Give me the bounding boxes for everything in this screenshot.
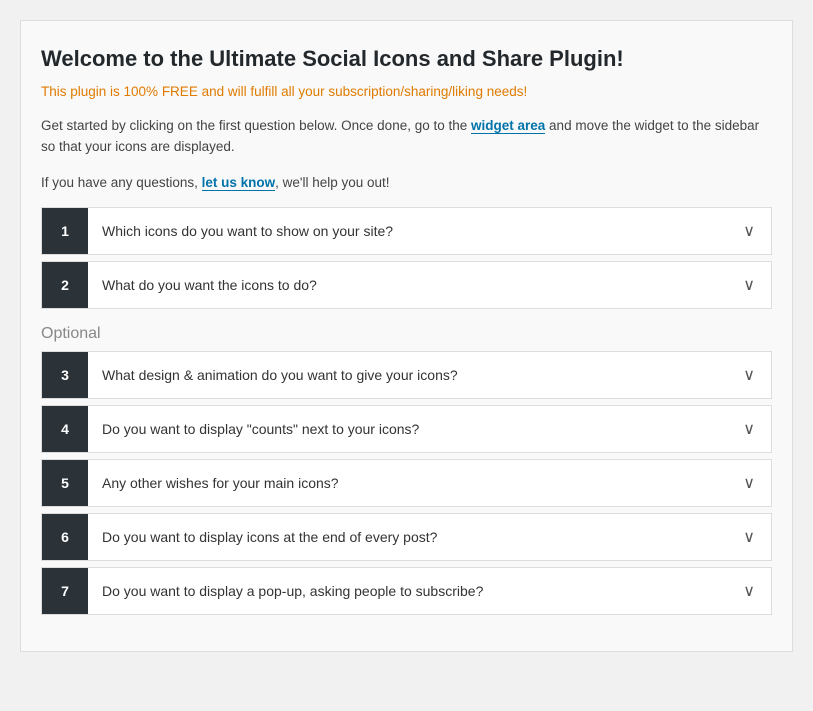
- let-us-know-link[interactable]: let us know: [202, 175, 276, 191]
- accordion-label-3: What design & animation do you want to g…: [88, 354, 727, 396]
- accordion-item-4[interactable]: 4 Do you want to display "counts" next t…: [41, 405, 772, 453]
- accordion-item-1[interactable]: 1 Which icons do you want to show on you…: [41, 207, 772, 255]
- optional-accordion-group: 3 What design & animation do you want to…: [41, 351, 772, 615]
- accordion-chevron-2: ∨: [727, 262, 771, 308]
- accordion-item-5[interactable]: 5 Any other wishes for your main icons? …: [41, 459, 772, 507]
- accordion-number-4: 4: [42, 406, 88, 452]
- accordion-number-7: 7: [42, 568, 88, 614]
- accordion-number-6: 6: [42, 514, 88, 560]
- required-accordion-group: 1 Which icons do you want to show on you…: [41, 207, 772, 309]
- accordion-item-2[interactable]: 2 What do you want the icons to do? ∨: [41, 261, 772, 309]
- accordion-chevron-6: ∨: [727, 514, 771, 560]
- accordion-number-5: 5: [42, 460, 88, 506]
- description-2-suffix: , we'll help you out!: [275, 175, 389, 190]
- widget-area-link[interactable]: widget area: [471, 118, 545, 134]
- accordion-chevron-5: ∨: [727, 460, 771, 506]
- accordion-number-1: 1: [42, 208, 88, 254]
- accordion-number-3: 3: [42, 352, 88, 398]
- description-2: If you have any questions, let us know, …: [41, 172, 772, 194]
- accordion-chevron-4: ∨: [727, 406, 771, 452]
- description-1: Get started by clicking on the first que…: [41, 115, 772, 158]
- page-title: Welcome to the Ultimate Social Icons and…: [41, 45, 772, 74]
- description-2-prefix: If you have any questions,: [41, 175, 202, 190]
- subtitle: This plugin is 100% FREE and will fulfil…: [41, 84, 772, 99]
- accordion-chevron-7: ∨: [727, 568, 771, 614]
- main-container: Welcome to the Ultimate Social Icons and…: [20, 20, 793, 652]
- accordion-label-4: Do you want to display "counts" next to …: [88, 408, 727, 450]
- optional-label: Optional: [41, 325, 772, 343]
- accordion-chevron-3: ∨: [727, 352, 771, 398]
- accordion-label-6: Do you want to display icons at the end …: [88, 516, 727, 558]
- accordion-number-2: 2: [42, 262, 88, 308]
- accordion-label-1: Which icons do you want to show on your …: [88, 210, 727, 252]
- accordion-label-2: What do you want the icons to do?: [88, 264, 727, 306]
- description-1-text: Get started by clicking on the first que…: [41, 118, 471, 133]
- accordion-chevron-1: ∨: [727, 208, 771, 254]
- accordion-label-7: Do you want to display a pop-up, asking …: [88, 570, 727, 612]
- accordion-item-7[interactable]: 7 Do you want to display a pop-up, askin…: [41, 567, 772, 615]
- accordion-item-3[interactable]: 3 What design & animation do you want to…: [41, 351, 772, 399]
- accordion-label-5: Any other wishes for your main icons?: [88, 462, 727, 504]
- accordion-item-6[interactable]: 6 Do you want to display icons at the en…: [41, 513, 772, 561]
